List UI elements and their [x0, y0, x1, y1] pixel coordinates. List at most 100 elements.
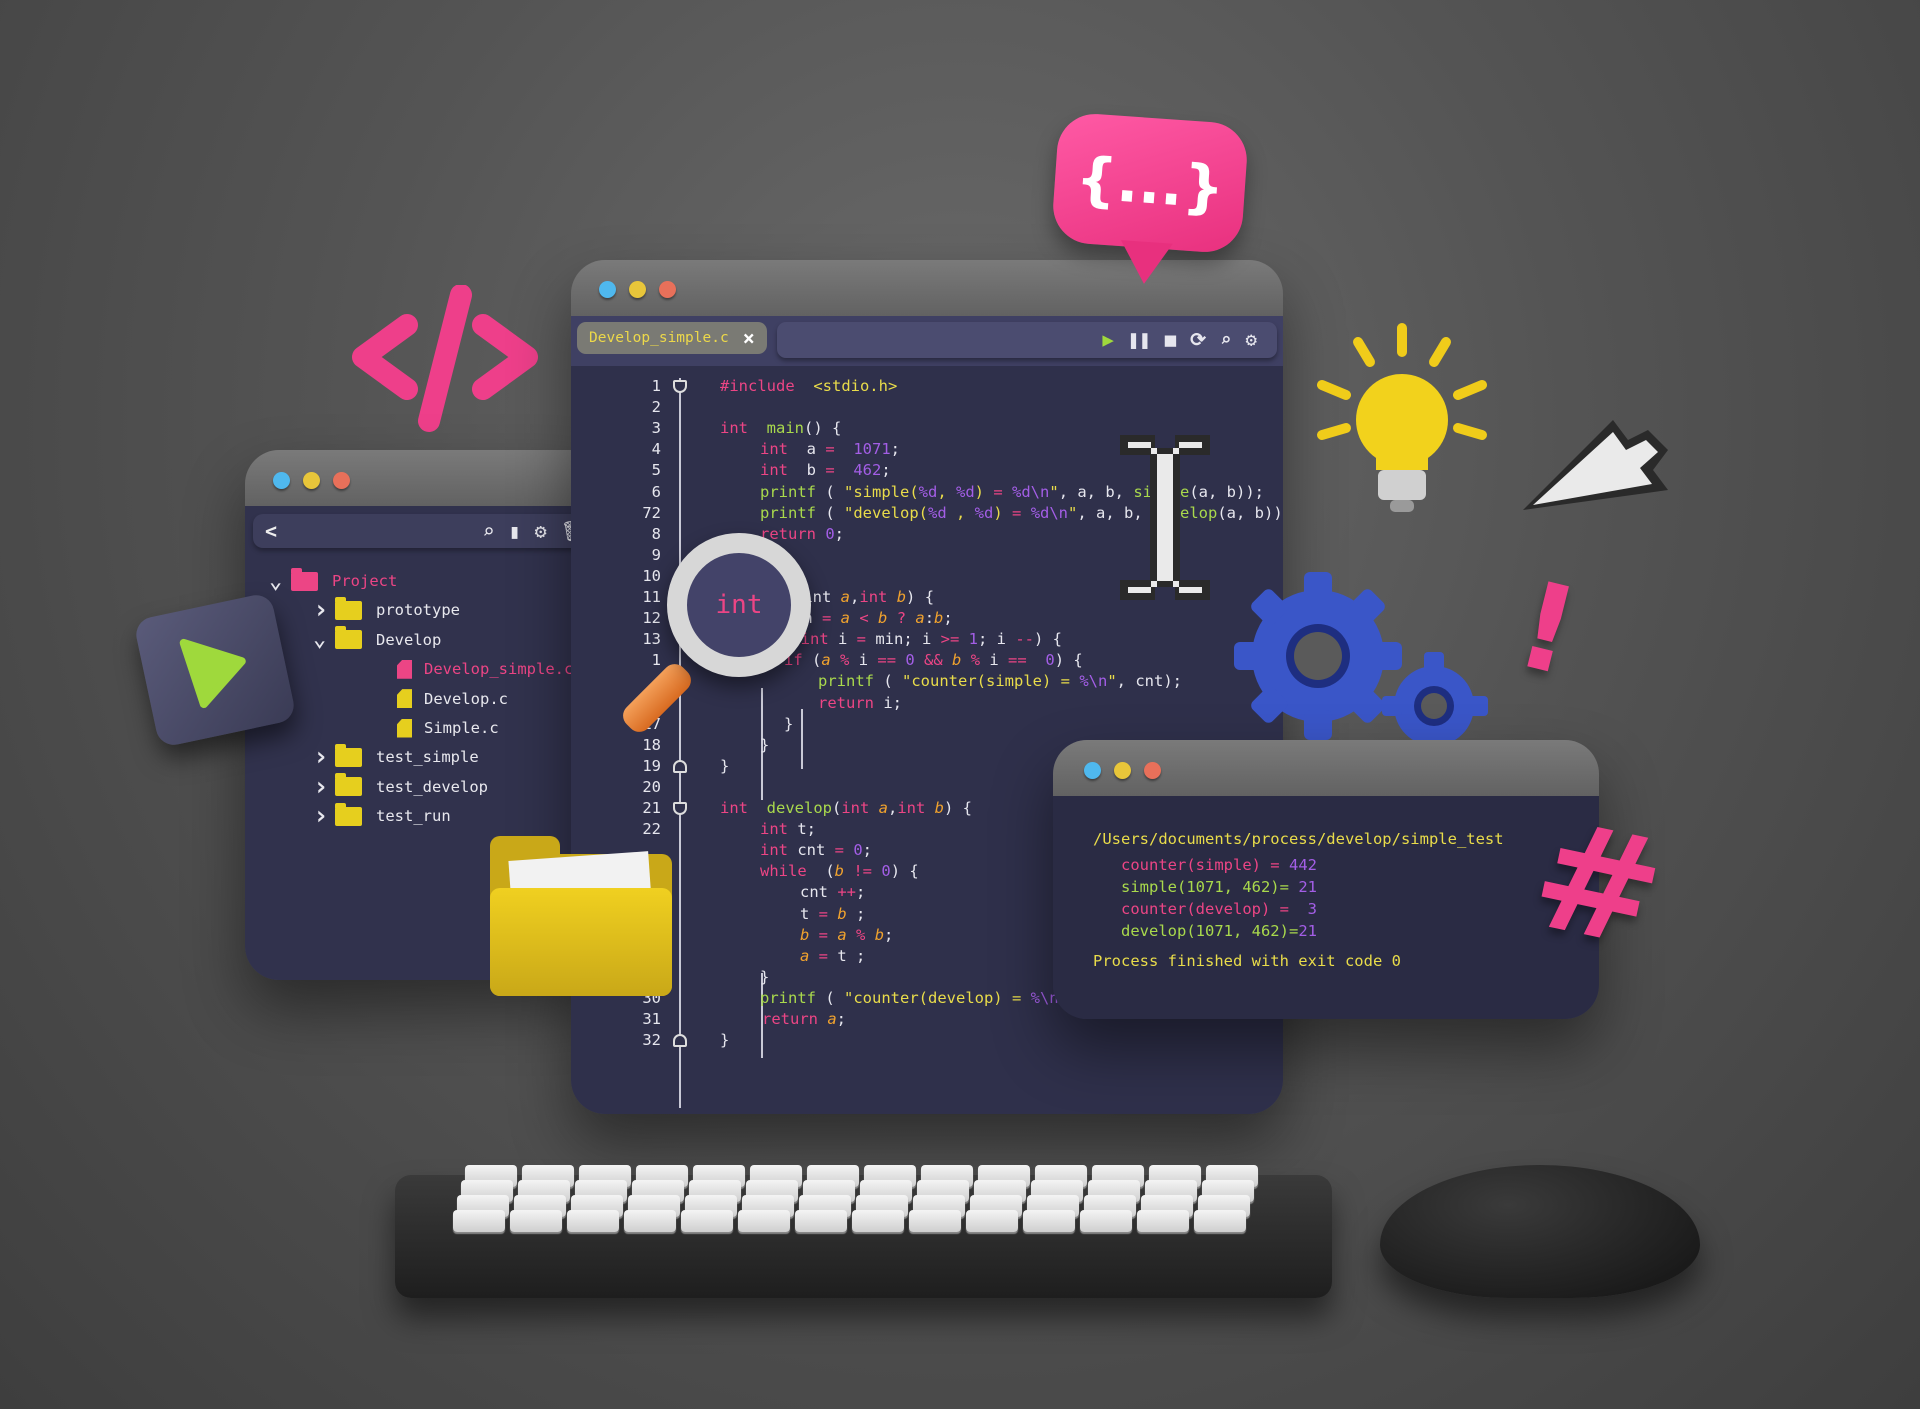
code-line: #include <stdio.h> [720, 376, 897, 397]
fold-close-icon[interactable] [673, 1034, 687, 1048]
key[interactable] [795, 1210, 847, 1232]
code-line: int t; [760, 819, 816, 840]
editor-titlebar [571, 260, 1283, 316]
tree-item[interactable]: Develop.c [397, 685, 508, 713]
tree-item[interactable]: ⌄ Develop [313, 626, 441, 654]
code-token: printf [818, 672, 874, 691]
window-dot-red[interactable] [659, 281, 676, 298]
code-token: 0 [853, 841, 863, 860]
search-icon[interactable]: ⌕ [1220, 329, 1231, 351]
back-icon[interactable]: < [265, 519, 468, 543]
code-token: "counter(simple) = [902, 672, 1080, 691]
search-icon[interactable]: ⌕ [482, 519, 494, 543]
output-label: counter(develop) = [1121, 900, 1308, 918]
play-icon[interactable]: ▶ [1102, 329, 1113, 351]
window-dot-blue[interactable] [1084, 762, 1101, 779]
window-dot-yellow[interactable] [629, 281, 646, 298]
code-token: ; [881, 461, 891, 480]
keyboard[interactable] [395, 1165, 1332, 1298]
terminal-output-line: counter(simple) = 442 [1121, 854, 1317, 876]
code-token: , [946, 503, 975, 522]
window-dot-red[interactable] [1144, 762, 1161, 779]
line-number: 72 [642, 503, 661, 522]
key[interactable] [1080, 1210, 1132, 1232]
chevron-right-icon[interactable]: › [313, 595, 335, 625]
tree-item-label: Simple.c [424, 719, 499, 737]
key[interactable] [1023, 1210, 1075, 1232]
code-token: && [924, 651, 953, 670]
key[interactable] [852, 1210, 904, 1232]
key[interactable] [966, 1210, 1018, 1232]
code-token: b [934, 609, 944, 628]
key[interactable] [1194, 1210, 1246, 1232]
tree-item[interactable]: ⌄ Project [269, 567, 397, 595]
code-token: % [840, 651, 859, 670]
mouse[interactable] [1380, 1165, 1700, 1298]
fold-open-icon[interactable] [673, 380, 687, 393]
line-number: 21 [642, 799, 661, 817]
code-token: %d [974, 503, 994, 522]
code-line: return a; [762, 1009, 846, 1030]
code-token: % [856, 925, 875, 944]
key[interactable] [681, 1210, 733, 1232]
settings-icon[interactable]: ⚙ [1246, 329, 1257, 351]
key[interactable] [738, 1210, 790, 1232]
stop-icon[interactable]: ■ [1165, 329, 1176, 351]
chevron-down-icon[interactable]: ⌄ [269, 569, 291, 594]
gear-icon[interactable]: ⚙ [535, 519, 547, 543]
key[interactable] [453, 1210, 505, 1232]
chevron-right-icon[interactable]: › [313, 742, 335, 772]
code-token: : [924, 609, 935, 628]
code-token: = [818, 946, 838, 965]
key[interactable] [909, 1210, 961, 1232]
code-line: int b = 462; [760, 460, 891, 481]
code-token: ( [816, 988, 844, 1007]
tree-item[interactable]: Simple.c [397, 714, 499, 742]
code-token: int [720, 799, 758, 817]
explorer-titlebar [245, 450, 605, 506]
tab-develop-simple[interactable]: Develop_simple.c × [577, 322, 767, 354]
code-token: (a, b)); [1217, 503, 1283, 522]
code-token: "develop( [844, 503, 928, 522]
close-icon[interactable]: × [743, 326, 755, 350]
output-value: 21 [1298, 878, 1317, 896]
line-number: 3 [651, 419, 661, 438]
window-dot-blue[interactable] [599, 281, 616, 298]
code-token: a [878, 799, 888, 817]
tree-item[interactable]: Develop_simple.c [397, 655, 573, 683]
code-line: cnt ++; [800, 882, 865, 903]
line-number: 6 [651, 482, 661, 501]
explorer-toolbar: < ⌕ ▮ ⚙ 🗑︎ [253, 514, 598, 548]
pause-icon[interactable]: ❚❚ [1128, 329, 1151, 351]
editor-toolbar: ▶ ❚❚ ■ ⟳ ⌕ ⚙ [777, 322, 1277, 358]
line-number: 5 [651, 461, 661, 480]
tree-item[interactable]: › test_run [313, 801, 451, 831]
chevron-right-icon[interactable]: › [313, 801, 335, 831]
code-line: int a = 1071; [760, 439, 900, 460]
key[interactable] [510, 1210, 562, 1232]
tree-item[interactable]: › test_simple [313, 742, 479, 772]
code-token: ) { [1054, 651, 1083, 670]
code-token: int [859, 588, 897, 606]
tree-item[interactable]: › prototype [313, 595, 460, 625]
window-dot-yellow[interactable] [303, 472, 320, 489]
window-dot-yellow[interactable] [1114, 762, 1131, 779]
fold-open-icon[interactable] [673, 802, 687, 815]
code-token: " [1049, 482, 1059, 501]
window-dot-blue[interactable] [273, 472, 290, 489]
refresh-icon[interactable]: ⟳ [1190, 329, 1206, 351]
code-token: = [818, 904, 838, 923]
new-file-icon[interactable]: ▮ [509, 519, 521, 543]
output-value: 442 [1288, 856, 1317, 874]
tree-item-label: Develop [376, 630, 442, 649]
code-line: while (b != 0) { [760, 861, 919, 882]
window-dot-red[interactable] [333, 472, 350, 489]
tree-item[interactable]: › test_develop [313, 772, 488, 802]
chevron-right-icon[interactable]: › [313, 772, 335, 802]
key[interactable] [567, 1210, 619, 1232]
fold-close-icon[interactable] [673, 759, 687, 773]
key[interactable] [624, 1210, 676, 1232]
chevron-down-icon[interactable]: ⌄ [313, 627, 335, 652]
key[interactable] [1137, 1210, 1189, 1232]
code-token: ) { [890, 862, 919, 881]
